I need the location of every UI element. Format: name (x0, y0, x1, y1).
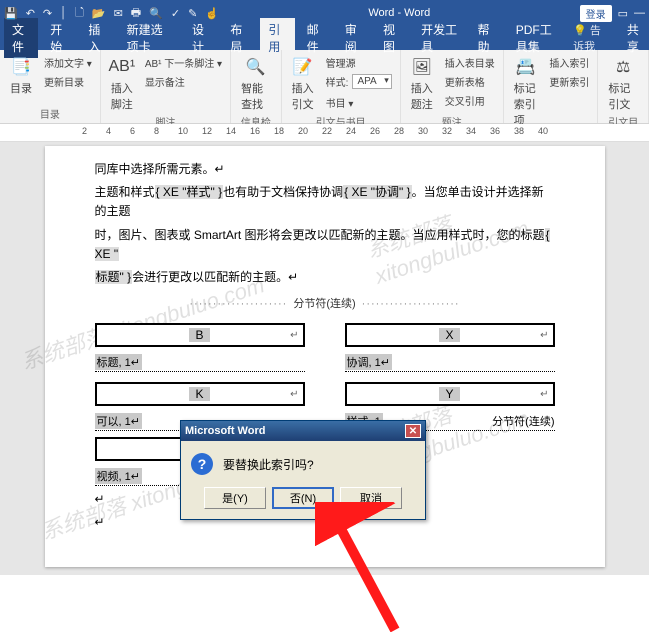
ruler-tick: 16 (250, 126, 260, 136)
insert-footnote[interactable]: AB¹插入脚注 (107, 54, 137, 114)
mail-icon[interactable]: ✉ (114, 7, 123, 20)
touch-icon[interactable]: ☝ (205, 7, 219, 20)
dialog-title: Microsoft Word (185, 425, 265, 437)
ruler-tick: 20 (298, 126, 308, 136)
mark-index-entry[interactable]: 📇标记索引项 (510, 54, 542, 130)
ruler-tick: 2 (82, 126, 87, 136)
cross-ref[interactable]: 交叉引用 (443, 92, 497, 109)
xe-field: { XE "协调" } (343, 185, 412, 199)
qat-sep: │ (60, 7, 67, 19)
ruler-tick: 32 (442, 126, 452, 136)
ruler-tick: 38 (514, 126, 524, 136)
section-break: 分节符(连续) (95, 295, 555, 311)
ruler-tick: 12 (202, 126, 212, 136)
smart-lookup[interactable]: 🔍智能查找 (237, 54, 275, 114)
show-notes[interactable]: 显示备注 (143, 73, 224, 90)
manage-sources[interactable]: 管理源 (324, 54, 394, 71)
insert-tof[interactable]: 插入表目录 (443, 54, 497, 71)
index-heading-box[interactable]: Y (345, 382, 555, 406)
draw-icon[interactable]: ✎ (188, 7, 197, 20)
index-heading-box[interactable]: X (345, 323, 555, 347)
group-toc: 📑目录 添加文字 ▾ 更新目录 目录 (0, 50, 101, 123)
bibliography[interactable]: 书目 ▾ (324, 94, 394, 111)
tell-me[interactable]: 💡 告诉我 (573, 22, 611, 54)
toc-button[interactable]: 📑目录 (6, 54, 36, 98)
ruler-tick: 26 (370, 126, 380, 136)
ruler-tick: 36 (490, 126, 500, 136)
cancel-button[interactable]: 取消 (340, 487, 402, 509)
body-text[interactable]: 标题" }会进行更改以匹配新的主题。↵ (95, 268, 555, 287)
login-button[interactable]: 登录 (580, 5, 612, 22)
ruler-tick: 28 (394, 126, 404, 136)
ruler-tick: 24 (346, 126, 356, 136)
group-toa: ⚖标记引文 引文目录 (598, 50, 649, 123)
group-footnotes: AB¹插入脚注 AB¹ 下一条脚注 ▾ 显示备注 脚注 (101, 50, 231, 123)
ruler-tick: 22 (322, 126, 332, 136)
index-heading-box[interactable]: K (95, 382, 305, 406)
print-icon[interactable]: 🖶 (131, 4, 141, 23)
index-entry[interactable]: 协调, 1↵ (345, 351, 555, 372)
ribbon-options-icon[interactable]: ▭ (618, 7, 628, 20)
next-footnote[interactable]: AB¹ 下一条脚注 ▾ (143, 54, 224, 71)
group-captions: 🖼插入题注 插入表目录 更新表格 交叉引用 题注 (401, 50, 504, 123)
save-icon[interactable]: 💾 (4, 7, 18, 20)
ruler-tick: 30 (418, 126, 428, 136)
ruler-tick: 18 (274, 126, 284, 136)
new-icon[interactable]: 🗋 (75, 4, 84, 23)
spell-icon[interactable]: ✓ (171, 7, 180, 20)
close-icon[interactable]: ✕ (405, 424, 421, 438)
preview-icon[interactable]: 🔍 (149, 7, 163, 20)
ruler-tick: 34 (466, 126, 476, 136)
mark-citation[interactable]: ⚖标记引文 (604, 54, 642, 114)
ribbon-tabs: 文件 开始 插入 新建选项卡 设计 布局 引用 邮件 审阅 视图 开发工具 帮助… (0, 26, 649, 50)
ruler[interactable]: 246810121416182022242628303234363840 (0, 124, 649, 142)
question-icon: ? (191, 453, 213, 475)
body-text[interactable]: 主题和样式{ XE "样式" }也有助于文档保持协调{ XE "协调" }。当您… (95, 183, 555, 221)
index-entry[interactable]: 标题, 1↵ (95, 351, 305, 372)
ruler-tick: 4 (106, 126, 111, 136)
dialog-titlebar[interactable]: Microsoft Word ✕ (181, 421, 425, 441)
body-text[interactable]: 时，图片、图表或 SmartArt 图形将会更改以匹配新的主题。当应用样式时，您… (95, 226, 555, 264)
ribbon: 📑目录 添加文字 ▾ 更新目录 目录 AB¹插入脚注 AB¹ 下一条脚注 ▾ 显… (0, 50, 649, 124)
update-tof[interactable]: 更新表格 (443, 73, 497, 90)
undo-icon[interactable]: ↶ (26, 7, 35, 20)
group-citations: 📝插入引文 管理源 样式: APA 书目 ▾ 引文与书目 (282, 50, 401, 123)
xe-field: 标题" } (95, 270, 133, 284)
body-text[interactable]: 同库中选择所需元素。↵ (95, 160, 555, 179)
style-label: 样式: (326, 74, 349, 89)
no-button[interactable]: 否(N) (272, 487, 334, 509)
ruler-tick: 10 (178, 126, 188, 136)
group-research: 🔍智能查找 信息检索 (231, 50, 282, 123)
ruler-tick: 14 (226, 126, 236, 136)
dialog: Microsoft Word ✕ ? 要替换此索引吗? 是(Y) 否(N) 取消 (180, 420, 426, 520)
xe-field: { XE "样式" } (155, 185, 224, 199)
toc-add-text[interactable]: 添加文字 ▾ (42, 54, 94, 71)
yes-button[interactable]: 是(Y) (204, 487, 266, 509)
style-select[interactable]: APA (352, 74, 391, 89)
open-icon[interactable]: 📂 (92, 7, 106, 20)
minimize-icon[interactable]: — (634, 7, 645, 19)
insert-index[interactable]: 插入索引 (547, 54, 591, 71)
insert-citation[interactable]: 📝插入引文 (288, 54, 318, 114)
toc-update[interactable]: 更新目录 (42, 73, 94, 90)
insert-caption[interactable]: 🖼插入题注 (407, 54, 437, 114)
ruler-tick: 40 (538, 126, 548, 136)
ruler-tick: 8 (154, 126, 159, 136)
index-heading-box[interactable]: B (95, 323, 305, 347)
group-index: 📇标记索引项 插入索引 更新索引 索引 (504, 50, 599, 123)
redo-icon[interactable]: ↷ (43, 7, 52, 20)
update-index[interactable]: 更新索引 (547, 73, 591, 90)
dialog-message: 要替换此索引吗? (223, 456, 314, 473)
ruler-tick: 6 (130, 126, 135, 136)
